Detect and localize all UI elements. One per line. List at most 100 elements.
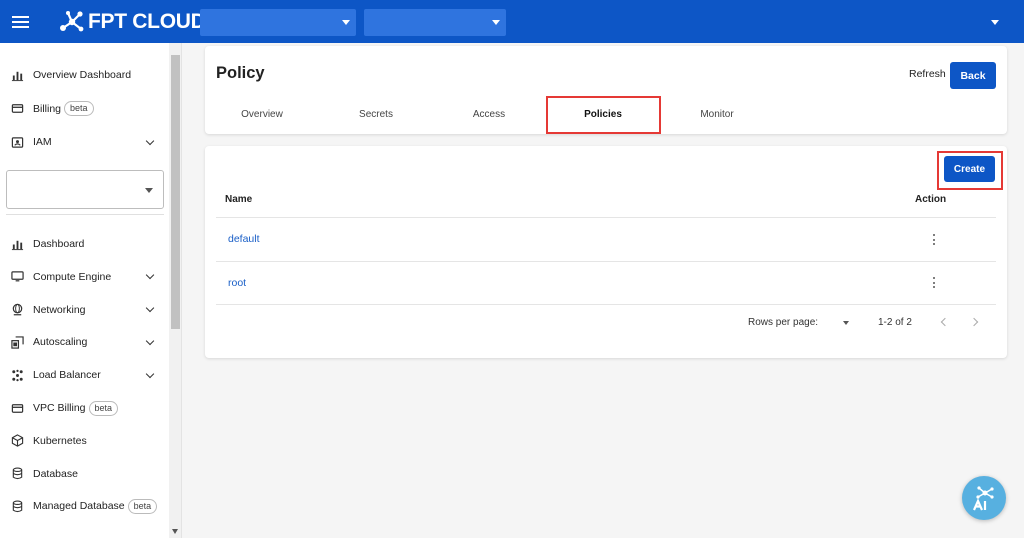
sidebar-item-load-balancer[interactable]: Load Balancer [0,360,169,390]
network-nodes-icon [60,11,84,32]
monitor-icon [10,270,24,284]
caret-down-icon [145,188,153,193]
sidebar-item-text: Networking [33,303,86,316]
rows-per-page-label: Rows per page: [748,317,819,328]
sidebar-item-label: Managed Database beta [33,498,158,514]
tab-secrets[interactable]: Secrets [349,109,403,125]
sidebar-item-iam[interactable]: IAM [0,127,169,157]
sidebar-item-text: Load Balancer [33,369,101,382]
sidebar-item-compute-engine[interactable]: Compute Engine [0,262,169,292]
sidebar: Overview Dashboard Billing beta IAM Dashboa… [0,43,182,538]
sidebar-item-text: IAM [33,136,52,148]
load-balancer-icon [10,368,24,382]
sidebar-item-text: Autoscaling [33,336,88,349]
more-vert-icon[interactable] [931,276,937,290]
ai-assistant-button[interactable] [962,476,1006,520]
sidebar-item-label: Database [33,468,78,480]
top-bar: FPT CLOUD [0,0,1024,43]
iam-icon [10,135,24,149]
sidebar-item-database[interactable]: Database [0,459,169,489]
column-header-name: Name [225,194,253,205]
sidebar-item-text: VPC Billing [33,402,86,414]
fpt-cloud-logo[interactable]: FPT CLOUD [59,10,206,34]
table-divider [216,217,996,218]
caret-down-icon [843,321,849,325]
tab-policies[interactable]: Policies [575,109,631,125]
sidebar-item-billing[interactable]: Billing beta [0,94,169,124]
sidebar-item-label: Overview Dashboard [33,69,131,81]
sidebar-divider [6,214,164,215]
refresh-button[interactable]: Refresh [909,68,946,80]
beta-badge: beta [88,400,119,416]
policies-card: Create Name Action default root Rows per… [205,146,1007,358]
page-title: Policy [216,64,265,82]
autoscaling-icon [10,335,24,349]
sidebar-item-text: Managed Database [33,500,125,513]
database-icon [10,499,24,513]
scrollbar-thumb[interactable] [171,55,180,329]
rows-per-page-select[interactable] [837,316,857,330]
chevron-down-icon [145,271,155,280]
sidebar-item-text: Billing [33,102,62,115]
page-range: 1-2 of 2 [878,317,912,328]
sidebar-item-label: Dashboard [33,238,84,250]
user-menu-caret-icon[interactable] [991,20,999,25]
policy-link-root[interactable]: root [228,277,246,289]
sidebar-item-text: Overview Dashboard [33,69,132,81]
tab-overview[interactable]: Overview [235,109,289,125]
sidebar-item-text: Kubernetes [33,434,87,447]
sidebar-item-autoscaling[interactable]: Autoscaling [0,327,169,357]
beta-badge: beta [127,498,158,514]
cube-icon [10,434,24,448]
tab-access[interactable]: Access [462,109,516,125]
chevron-right-icon[interactable] [969,317,979,327]
sidebar-item-text: Dashboard [33,238,85,250]
sidebar-item-label: Compute Engine [33,271,111,283]
scroll-down-arrow-icon[interactable] [172,529,178,534]
sidebar-item-overview-dashboard[interactable]: Overview Dashboard [0,60,169,90]
sidebar-item-text: Database [33,467,78,480]
database-icon [10,467,24,481]
table-divider [216,261,996,262]
sidebar-item-label: Networking [33,304,86,316]
region-select[interactable] [200,9,356,36]
chevron-left-icon[interactable] [940,317,950,327]
sidebar-item-label: Autoscaling [33,336,87,348]
tab-monitor[interactable]: Monitor [689,109,745,125]
hamburger-menu-icon[interactable] [12,14,29,28]
sidebar-item-vpc-billing[interactable]: VPC Billing beta [0,393,169,423]
create-button[interactable]: Create [944,156,995,182]
beta-badge: beta [64,101,94,116]
globe-icon [10,303,24,317]
chevron-down-icon [145,336,155,346]
ai-network-icon [972,486,994,511]
sidebar-item-dashboard[interactable]: Dashboard [0,229,169,259]
column-header-action: Action [915,194,947,205]
sidebar-scrollbar[interactable] [169,43,181,538]
sidebar-item-label: Kubernetes [33,435,87,447]
policy-link-default[interactable]: default [228,233,260,245]
sidebar-item-networking[interactable]: Networking [0,295,169,325]
billing-icon [10,401,24,415]
bar-chart-icon [10,68,24,82]
back-button[interactable]: Back [950,62,996,89]
chevron-down-icon [145,136,155,145]
project-select[interactable] [6,170,164,209]
sidebar-item-label: IAM [33,136,52,148]
chevron-down-icon [145,303,155,313]
caret-down-icon [342,20,350,25]
tenant-select[interactable] [364,9,506,36]
header-card: Policy Refresh Back Overview Secrets Acc… [205,46,1007,134]
sidebar-item-label: VPC Billing beta [33,400,119,416]
sidebar-item-kubernetes[interactable]: Kubernetes [0,426,169,456]
caret-down-icon [492,20,500,25]
sidebar-item-label: Billing beta [33,101,94,116]
sidebar-item-managed-database[interactable]: Managed Database beta [0,491,169,521]
bar-chart-icon [10,237,24,251]
table-divider [216,304,996,305]
more-vert-icon[interactable] [931,233,937,247]
chevron-down-icon [145,369,155,378]
brand-name: FPT CLOUD [88,10,206,33]
sidebar-item-label: Load Balancer [33,369,101,381]
billing-icon [10,102,24,116]
